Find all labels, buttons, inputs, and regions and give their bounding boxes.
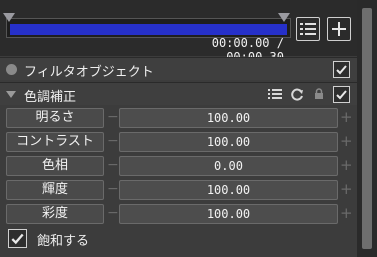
param-value-slider[interactable]: 100.00 <box>119 132 338 152</box>
saturate-label: 飽和する <box>37 234 90 249</box>
time-current: 00:00.00 <box>211 36 270 50</box>
decrement-icon[interactable]: − <box>107 109 119 125</box>
time-separator: / <box>276 36 284 50</box>
status-dot-icon <box>6 64 17 75</box>
param-value-slider[interactable]: 100.00 <box>119 108 338 128</box>
object-settings-panel: 00:00.00 / 00:00.30 フィルタオブジェクト 色調補正 <box>0 0 357 257</box>
param-value-slider[interactable]: 0.00 <box>119 156 338 176</box>
increment-icon[interactable]: + <box>340 156 353 174</box>
reload-icon <box>290 88 303 100</box>
param-label[interactable]: 色相 <box>6 156 104 176</box>
plus-icon <box>332 22 346 36</box>
scrollbar-thumb[interactable] <box>362 8 372 249</box>
saturate-option-row: 飽和する <box>0 226 357 250</box>
list-icon <box>268 89 282 99</box>
increment-icon[interactable]: + <box>340 132 353 150</box>
list-button[interactable] <box>296 17 320 41</box>
filter-list-button[interactable] <box>268 87 282 101</box>
param-label[interactable]: 明るさ <box>6 108 104 128</box>
param-label[interactable]: コントラスト <box>6 132 104 152</box>
param-row-hue: 色相 − 0.00 + <box>0 153 357 177</box>
param-row-luminance: 輝度 − 100.00 + <box>0 177 357 201</box>
filter-object-checkbox[interactable] <box>333 61 350 78</box>
collapse-triangle-icon[interactable] <box>6 91 16 98</box>
increment-icon[interactable]: + <box>340 180 353 198</box>
color-correction-label: 色調補正 <box>24 90 77 105</box>
checkmark-icon <box>336 90 347 100</box>
saturate-checkbox[interactable] <box>8 229 27 248</box>
decrement-icon[interactable]: − <box>107 181 119 197</box>
lock-icon <box>315 88 323 99</box>
filter-object-label: フィルタオブジェクト <box>24 65 154 80</box>
decrement-icon[interactable]: − <box>107 157 119 173</box>
param-value-slider[interactable]: 100.00 <box>119 204 338 224</box>
param-row-contrast: コントラスト − 100.00 + <box>0 129 357 153</box>
param-label[interactable]: 彩度 <box>6 204 104 224</box>
increment-icon[interactable]: + <box>340 108 353 126</box>
vertical-scrollbar[interactable] <box>357 0 377 257</box>
start-marker-icon[interactable] <box>3 13 15 22</box>
checkmark-icon <box>336 65 347 75</box>
add-button[interactable] <box>327 17 351 41</box>
param-label[interactable]: 輝度 <box>6 180 104 200</box>
param-row-brightness: 明るさ − 100.00 + <box>0 105 357 129</box>
param-row-saturation: 彩度 − 100.00 + <box>0 201 357 225</box>
timeline-range <box>10 24 287 35</box>
color-correction-checkbox[interactable] <box>333 86 350 103</box>
decrement-icon[interactable]: − <box>107 133 119 149</box>
lock-button[interactable] <box>312 87 326 101</box>
filter-object-header[interactable]: フィルタオブジェクト <box>0 57 357 80</box>
increment-icon[interactable]: + <box>340 204 353 222</box>
checkmark-icon <box>11 233 24 245</box>
reload-button[interactable] <box>290 87 304 101</box>
timeline-track[interactable] <box>6 18 291 38</box>
color-correction-header[interactable]: 色調補正 <box>0 82 357 105</box>
end-marker-icon[interactable] <box>278 13 290 22</box>
timeline-header: 00:00.00 / 00:00.30 <box>0 0 357 64</box>
param-value-slider[interactable]: 100.00 <box>119 180 338 200</box>
decrement-icon[interactable]: − <box>107 205 119 221</box>
list-icon <box>300 23 316 35</box>
